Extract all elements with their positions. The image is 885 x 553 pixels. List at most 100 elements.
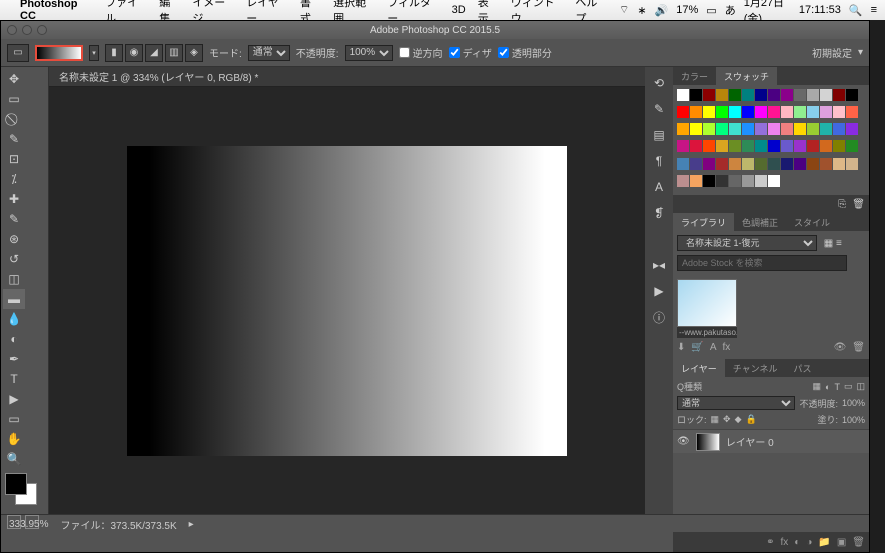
swatch[interactable]: [755, 140, 767, 152]
swatch[interactable]: [742, 158, 754, 170]
play-icon[interactable]: ▶: [649, 281, 669, 301]
trash-icon[interactable]: 🗑: [852, 342, 865, 353]
gradient-reflected-icon[interactable]: ▥: [165, 44, 183, 62]
reverse-checkbox[interactable]: [399, 47, 410, 58]
pen-tool[interactable]: ✒: [3, 349, 25, 369]
swatch[interactable]: [820, 106, 832, 118]
swatch[interactable]: [768, 175, 780, 187]
layer-blend-select[interactable]: 通常: [677, 396, 795, 410]
lasso-tool[interactable]: ⃠: [3, 109, 25, 129]
swatch[interactable]: [677, 89, 689, 101]
visibility-icon[interactable]: 👁: [677, 436, 690, 447]
library-select[interactable]: 名称未設定 1-復元: [677, 235, 817, 251]
battery-icon[interactable]: ▭: [706, 4, 716, 17]
swatch[interactable]: [807, 89, 819, 101]
swatch[interactable]: [846, 89, 858, 101]
wifi-icon[interactable]: ⌔: [619, 3, 629, 17]
layers-tab[interactable]: レイヤー: [673, 359, 725, 377]
swatch[interactable]: [703, 123, 715, 135]
gradient-dropdown[interactable]: ▾: [89, 45, 99, 61]
swatches-tab[interactable]: スウォッチ: [716, 67, 777, 85]
gradient-diamond-icon[interactable]: ◈: [185, 44, 203, 62]
move-tool[interactable]: ✥: [3, 69, 25, 89]
layer-name[interactable]: レイヤー 0: [726, 434, 774, 449]
eye-icon[interactable]: 👁: [834, 342, 847, 353]
swatch[interactable]: [807, 106, 819, 118]
download-icon[interactable]: ⬇: [677, 342, 685, 353]
lock-position-icon[interactable]: ✥: [723, 414, 731, 425]
adjustments-tab[interactable]: 色調補正: [734, 213, 786, 231]
swatch[interactable]: [703, 158, 715, 170]
swatch[interactable]: [755, 158, 767, 170]
fill-value[interactable]: 100%: [842, 415, 865, 425]
brush-panel-icon[interactable]: ✎: [649, 99, 669, 119]
spotlight-icon[interactable]: 🔍: [849, 4, 863, 17]
swatch[interactable]: [677, 123, 689, 135]
filter-shape-icon[interactable]: ▭: [844, 381, 853, 392]
status-arrow-icon[interactable]: ▸: [189, 519, 194, 530]
notification-icon[interactable]: ≡: [871, 4, 877, 16]
brush-presets-icon[interactable]: ▤: [649, 125, 669, 145]
group-icon[interactable]: 📁: [818, 537, 830, 548]
swatch[interactable]: [768, 106, 780, 118]
gradient-radial-icon[interactable]: ◉: [125, 44, 143, 62]
swatch[interactable]: [742, 140, 754, 152]
library-thumbnail[interactable]: [677, 279, 737, 327]
swatch[interactable]: [833, 123, 845, 135]
channels-tab[interactable]: チャンネル: [725, 359, 786, 377]
swatch[interactable]: [833, 106, 845, 118]
new-layer-icon[interactable]: ▣: [837, 537, 846, 548]
swatch[interactable]: [833, 158, 845, 170]
swatch[interactable]: [794, 140, 806, 152]
zoom-button[interactable]: [37, 25, 47, 35]
swatch[interactable]: [690, 140, 702, 152]
volume-icon[interactable]: 🔊: [655, 4, 669, 17]
swatch[interactable]: [768, 89, 780, 101]
tool-preset-picker[interactable]: ▭: [7, 44, 29, 62]
swatch[interactable]: [833, 140, 845, 152]
crop-tool[interactable]: ⊡: [3, 149, 25, 169]
swatch[interactable]: [807, 140, 819, 152]
swatch[interactable]: [690, 106, 702, 118]
blur-tool[interactable]: 💧: [3, 309, 25, 329]
swatch[interactable]: [781, 123, 793, 135]
swatch[interactable]: [781, 158, 793, 170]
swatch[interactable]: [768, 158, 780, 170]
dodge-tool[interactable]: ◐: [3, 329, 25, 349]
char-a-icon[interactable]: A: [710, 342, 717, 353]
swatch[interactable]: [846, 140, 858, 152]
gradient-picker[interactable]: [35, 45, 83, 61]
swatch[interactable]: [833, 89, 845, 101]
transparency-checkbox[interactable]: [498, 47, 509, 58]
gradient-tool[interactable]: ▬: [3, 289, 25, 309]
mask-icon[interactable]: ◐: [794, 537, 800, 548]
grid-view-icon[interactable]: ▦: [824, 238, 833, 249]
shape-tool[interactable]: ▭: [3, 409, 25, 429]
trash-icon[interactable]: 🗑: [852, 199, 865, 210]
filter-smart-icon[interactable]: ◫: [856, 381, 865, 392]
preset-label[interactable]: 初期設定: [812, 45, 852, 60]
filter-adjust-icon[interactable]: ◐: [825, 382, 830, 392]
dither-checkbox[interactable]: [449, 47, 460, 58]
layer-opacity-value[interactable]: 100%: [842, 398, 865, 408]
swatch[interactable]: [690, 123, 702, 135]
adjustment-icon[interactable]: ◑: [806, 537, 812, 548]
quick-select-tool[interactable]: ✎: [3, 129, 25, 149]
info-icon[interactable]: ⓘ: [649, 307, 669, 327]
swatch[interactable]: [716, 158, 728, 170]
foreground-color[interactable]: [5, 473, 27, 495]
link-icon[interactable]: ⎘: [838, 199, 846, 210]
styles-tab[interactable]: スタイル: [786, 213, 838, 231]
healing-tool[interactable]: ✚: [3, 189, 25, 209]
swatch[interactable]: [703, 89, 715, 101]
chevron-down-icon[interactable]: ▾: [858, 47, 863, 58]
paragraph-icon[interactable]: ¶: [649, 151, 669, 171]
swatch[interactable]: [794, 158, 806, 170]
swatch[interactable]: [807, 123, 819, 135]
library-tab[interactable]: ライブラリ: [673, 213, 734, 231]
swatch[interactable]: [755, 123, 767, 135]
glyphs-icon[interactable]: ❡: [649, 203, 669, 223]
swatch[interactable]: [716, 106, 728, 118]
minimize-button[interactable]: [22, 25, 32, 35]
stock-search-input[interactable]: [677, 255, 847, 271]
